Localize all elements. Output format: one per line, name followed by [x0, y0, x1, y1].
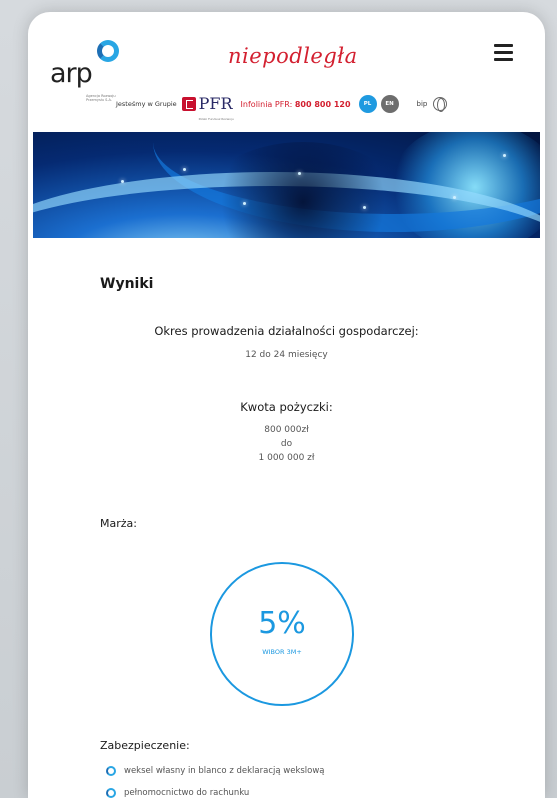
lang-en-button[interactable]: EN: [380, 95, 399, 113]
menu-icon[interactable]: [494, 44, 513, 61]
hero-banner: [33, 132, 540, 238]
period-section: Okres prowadzenia działalności gospodarc…: [28, 324, 545, 338]
infolinia-label: Infolinia PFR:: [240, 99, 293, 109]
arp-ring-icon: [106, 788, 116, 798]
period-label: Okres prowadzenia działalności gospodarc…: [154, 324, 419, 338]
group-label: Jesteśmy w Grupie: [116, 100, 177, 108]
logo-text: arp: [50, 58, 93, 89]
margin-sub: WIBOR 3M+: [262, 648, 302, 656]
logo-ring-icon: [97, 40, 119, 62]
period-value-wrap: 12 do 24 miesięcy: [28, 348, 545, 362]
results-title: Wyniki: [100, 276, 154, 292]
list-item: weksel własny in blanco z deklaracją wek…: [106, 760, 325, 782]
loan-values: 800 000zł do 1 000 000 zł: [28, 423, 545, 465]
infolinia-number: 800 800 120: [294, 99, 351, 109]
margin-value: 5%: [258, 606, 306, 641]
period-value: 12 do 24 miesięcy: [245, 350, 328, 360]
margin-label: Marża:: [100, 517, 137, 530]
collateral-item: weksel własny in blanco z deklaracją wek…: [124, 766, 325, 776]
pfr-subtext: Polski Fundusz Rozwoju: [198, 117, 234, 121]
pfr-logo[interactable]: PFR Polski Fundusz Rozwoju: [198, 94, 234, 122]
list-item: pełnomocnictwo do rachunku: [106, 782, 325, 798]
collateral-list: weksel własny in blanco z deklaracją wek…: [106, 760, 325, 798]
loan-section: Kwota pożyczki:: [28, 400, 545, 414]
collateral-item: pełnomocnictwo do rachunku: [124, 788, 250, 798]
lang-pl-button[interactable]: PL: [358, 95, 377, 113]
loan-to-word: do: [280, 439, 293, 449]
infolinia[interactable]: Infolinia PFR: 800 800 120: [241, 100, 351, 109]
niepodlegla-logo[interactable]: niepodległa: [228, 44, 358, 68]
pfr-logo-icon: [181, 97, 196, 111]
arp-ring-icon: [106, 766, 116, 776]
margin-circle: 5% WIBOR 3M+: [210, 562, 354, 706]
top-bar: Jesteśmy w Grupie PFR Polski Fundusz Roz…: [116, 92, 523, 122]
loan-label: Kwota pożyczki:: [240, 400, 333, 414]
loan-to: 1 000 000 zł: [258, 453, 315, 463]
globe-icon[interactable]: [433, 97, 448, 112]
bip-link[interactable]: bip: [417, 100, 428, 108]
collateral-label: Zabezpieczenie:: [100, 739, 190, 752]
pfr-label: PFR: [198, 94, 233, 113]
page-frame: arp Agencja Rozwoju Przemysłu S.A. niepo…: [28, 12, 545, 798]
loan-from: 800 000zł: [264, 425, 309, 435]
